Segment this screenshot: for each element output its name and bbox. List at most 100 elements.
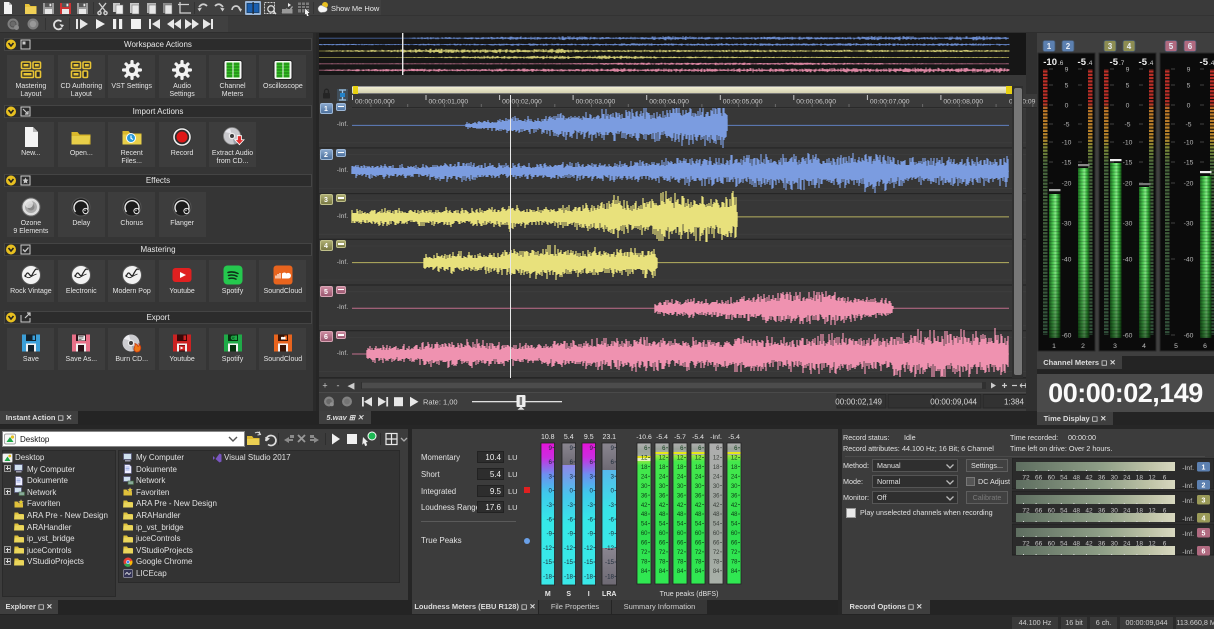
svg-text:30: 30 xyxy=(1111,541,1119,548)
svg-text:66: 66 xyxy=(1035,475,1043,482)
svg-text:72: 72 xyxy=(1022,508,1030,515)
svg-text:36: 36 xyxy=(1098,475,1106,482)
svg-text:+: + xyxy=(322,381,327,391)
svg-text:1: 1 xyxy=(1052,343,1056,350)
svg-text:18: 18 xyxy=(1136,541,1144,548)
svg-text:60: 60 xyxy=(695,531,702,537)
svg-text:4: 4 xyxy=(1142,343,1146,350)
svg-text:48: 48 xyxy=(713,512,720,518)
svg-text:60: 60 xyxy=(659,531,666,537)
svg-text:66: 66 xyxy=(659,541,666,547)
svg-text:9: 9 xyxy=(1126,67,1130,74)
svg-text:-10: -10 xyxy=(1043,57,1057,68)
svg-text:6: 6 xyxy=(1163,541,1167,548)
svg-text:-20: -20 xyxy=(1123,181,1133,188)
svg-text:6: 6 xyxy=(1163,508,1167,515)
svg-text:-6: -6 xyxy=(587,516,593,523)
svg-text:66: 66 xyxy=(1035,541,1043,548)
svg-text:72: 72 xyxy=(731,550,738,556)
svg-text:72: 72 xyxy=(1022,475,1030,482)
svg-text:42: 42 xyxy=(641,503,648,509)
svg-text:72: 72 xyxy=(1022,541,1030,548)
svg-text:-12: -12 xyxy=(543,545,553,552)
svg-text:-6: -6 xyxy=(567,516,573,523)
svg-text:48: 48 xyxy=(695,512,702,518)
svg-text:-5: -5 xyxy=(1139,57,1148,68)
svg-text:-5.4: -5.4 xyxy=(656,434,668,441)
svg-text:-5: -5 xyxy=(1185,122,1191,129)
svg-text:0: 0 xyxy=(611,488,615,495)
svg-text:-18: -18 xyxy=(605,574,615,581)
svg-text:12: 12 xyxy=(677,456,684,462)
svg-text:1: 1 xyxy=(1047,42,1052,51)
svg-text:18: 18 xyxy=(713,465,720,471)
svg-text:9: 9 xyxy=(1065,67,1069,74)
svg-text:42: 42 xyxy=(713,503,720,509)
svg-text:5: 5 xyxy=(1187,83,1191,90)
svg-text:Show Me How: Show Me How xyxy=(331,4,380,13)
svg-text:-Inf.: -Inf. xyxy=(1182,531,1194,538)
svg-text:12: 12 xyxy=(1148,475,1156,482)
svg-text:1: 1 xyxy=(1202,465,1206,472)
svg-text:60: 60 xyxy=(731,531,738,537)
svg-text:3: 3 xyxy=(549,473,553,480)
svg-text:5: 5 xyxy=(1065,83,1069,90)
svg-text:78: 78 xyxy=(713,560,720,566)
svg-text:84: 84 xyxy=(731,569,738,575)
svg-text:-9: -9 xyxy=(608,531,614,538)
svg-text:-15: -15 xyxy=(564,559,574,566)
svg-text:9: 9 xyxy=(611,445,615,452)
svg-text:84: 84 xyxy=(713,569,720,575)
svg-text:3: 3 xyxy=(1113,343,1117,350)
svg-text:78: 78 xyxy=(641,560,648,566)
svg-text:60: 60 xyxy=(1048,475,1056,482)
svg-text:-Inf.: -Inf. xyxy=(1182,483,1194,490)
svg-text:24: 24 xyxy=(1123,541,1131,548)
svg-text:42: 42 xyxy=(731,503,738,509)
svg-text:48: 48 xyxy=(1073,541,1081,548)
svg-text:-15: -15 xyxy=(605,559,615,566)
svg-text:54: 54 xyxy=(659,522,666,528)
svg-text:18: 18 xyxy=(1136,508,1144,515)
svg-text:12: 12 xyxy=(1148,541,1156,548)
svg-text:30: 30 xyxy=(731,484,738,490)
svg-text:2: 2 xyxy=(1081,343,1085,350)
svg-text:4: 4 xyxy=(1127,42,1132,51)
svg-text:30: 30 xyxy=(1111,475,1119,482)
svg-text:72: 72 xyxy=(713,550,720,556)
svg-text:00:00:02,149: 00:00:02,149 xyxy=(835,398,882,407)
svg-text:42: 42 xyxy=(1085,508,1093,515)
svg-text:-15: -15 xyxy=(543,559,553,566)
svg-text:36: 36 xyxy=(731,493,738,499)
svg-text:54: 54 xyxy=(731,522,738,528)
svg-text:-15: -15 xyxy=(1123,160,1133,167)
svg-text:M: M xyxy=(545,591,551,598)
svg-text:10.8: 10.8 xyxy=(541,434,555,441)
svg-text:78: 78 xyxy=(659,560,666,566)
svg-text:36: 36 xyxy=(641,493,648,499)
svg-text:36: 36 xyxy=(1098,508,1106,515)
svg-text:1:384: 1:384 xyxy=(1004,398,1025,407)
svg-text:24: 24 xyxy=(713,474,720,480)
svg-text:-15: -15 xyxy=(1184,160,1194,167)
svg-text:54: 54 xyxy=(1060,508,1068,515)
svg-text:-60: -60 xyxy=(1123,333,1133,340)
svg-text:-Inf.: -Inf. xyxy=(1182,465,1194,472)
svg-text:36: 36 xyxy=(713,493,720,499)
svg-text:-10: -10 xyxy=(1062,140,1072,147)
svg-text:72: 72 xyxy=(659,550,666,556)
svg-text:.4: .4 xyxy=(1087,60,1093,67)
svg-text:.4: .4 xyxy=(1209,60,1214,67)
svg-text:6: 6 xyxy=(1163,475,1167,482)
svg-text:3: 3 xyxy=(611,473,615,480)
svg-text:-20: -20 xyxy=(1184,181,1194,188)
svg-text:.4: .4 xyxy=(1148,60,1154,67)
svg-text:-18: -18 xyxy=(543,574,553,581)
svg-text:-5: -5 xyxy=(1078,57,1087,68)
svg-text:48: 48 xyxy=(677,512,684,518)
svg-text:-5.4: -5.4 xyxy=(728,434,740,441)
svg-text:24: 24 xyxy=(695,474,702,480)
svg-text:72: 72 xyxy=(641,550,648,556)
svg-text:24: 24 xyxy=(641,474,648,480)
svg-text:48: 48 xyxy=(731,512,738,518)
